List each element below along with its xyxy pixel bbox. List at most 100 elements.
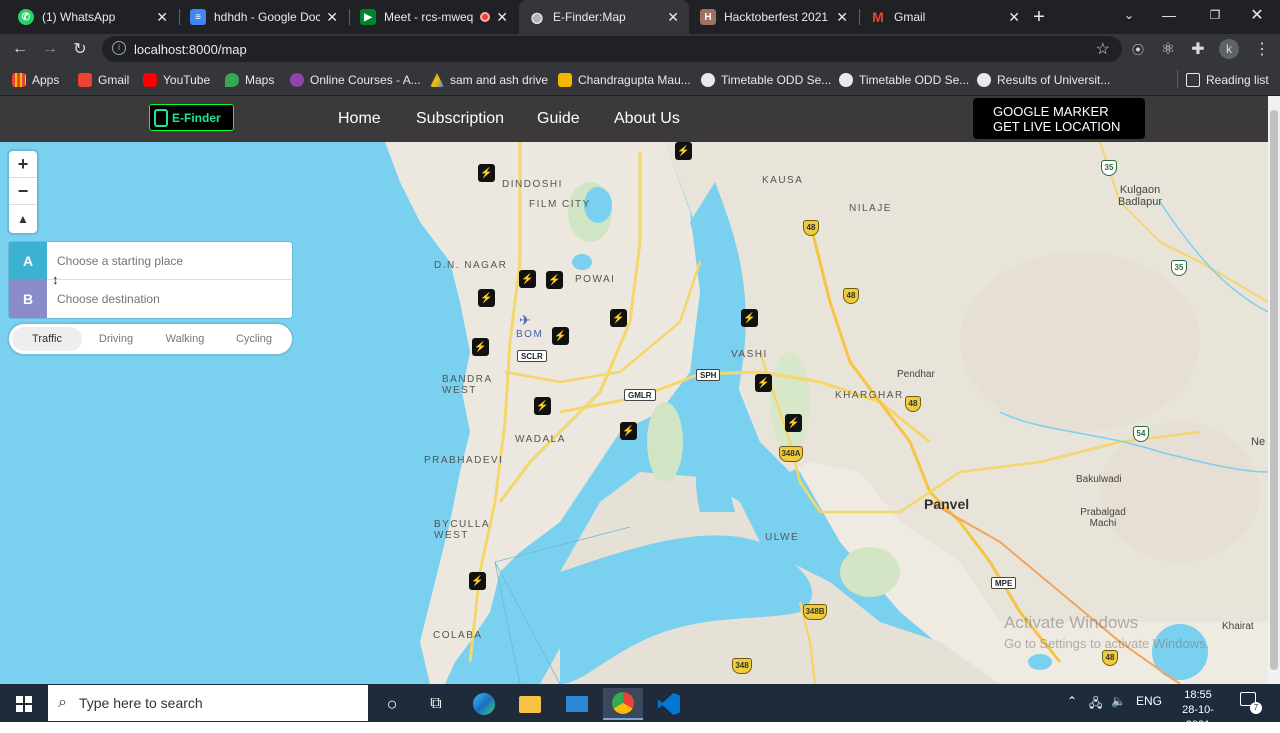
ev-charger-marker-icon[interactable]: ⚡ [755,374,772,392]
minimize-button[interactable]: — [1146,0,1192,30]
close-tab-icon[interactable]: ✕ [836,9,848,26]
ev-charger-marker-icon[interactable]: ⚡ [546,271,563,289]
compass-north-icon[interactable]: ▲ [9,205,37,232]
ev-charger-marker-icon[interactable]: ⚡ [478,164,495,182]
language-indicator[interactable]: ENG [1136,694,1162,708]
ev-charger-marker-icon[interactable]: ⚡ [469,572,486,590]
origin-marker-a: A [9,241,47,280]
extension-icon[interactable]: ⦿ [1128,39,1148,59]
scrollbar-thumb[interactable] [1270,110,1278,670]
close-tab-icon[interactable]: ✕ [667,9,679,26]
nav-subscription[interactable]: Subscription [416,110,504,128]
tab-gmail[interactable]: M Gmail ✕ [860,0,1030,34]
task-view-icon[interactable]: ⧉ [416,688,456,720]
highway-shield: 48 [905,396,921,412]
bookmark-timetable-1[interactable]: Timetable ODD Se... [701,72,831,88]
page-scrollbar[interactable] [1268,96,1280,684]
forward-arrow-icon[interactable]: → [40,39,60,59]
bookmark-star-icon[interactable]: ☆ [1096,39,1110,59]
bookmark-apps[interactable]: Apps [12,72,59,88]
mode-cycling[interactable]: Cycling [219,327,289,351]
vscode-icon[interactable] [649,688,689,720]
close-tab-icon[interactable]: ✕ [326,9,338,26]
ev-charger-marker-icon[interactable]: ⚡ [675,142,692,160]
map-zoom-control: + − ▲ [9,151,37,233]
tab-google-meet[interactable]: ▶ Meet - rcs-mweq ✕ [350,0,518,34]
bookmark-online-courses[interactable]: Online Courses - A... [290,72,421,88]
ev-charger-marker-icon[interactable]: ⚡ [610,309,627,327]
taskbar-search-box[interactable]: ⌕ Type here to search [48,685,368,721]
road-label-mpe: MPE [991,577,1017,589]
reverse-direction-icon[interactable]: ↕ [52,272,59,287]
globe-icon [977,73,991,87]
close-tab-icon[interactable]: ✕ [156,9,168,26]
origin-input[interactable] [57,253,277,268]
airport-icon: ✈ [519,312,531,328]
file-explorer-icon[interactable] [510,688,550,720]
reading-list-button[interactable]: Reading list [1186,72,1269,88]
restore-button[interactable]: ❐ [1192,0,1238,30]
nav-guide[interactable]: Guide [537,110,580,128]
windows-start-button[interactable] [4,688,44,720]
address-bar[interactable]: i localhost:8000/map ☆ [102,36,1122,62]
reload-icon[interactable]: ↻ [70,39,90,59]
ev-charger-marker-icon[interactable]: ⚡ [620,422,637,440]
ev-charger-marker-icon[interactable]: ⚡ [519,270,536,288]
back-arrow-icon[interactable]: ← [10,39,30,59]
windows-logo-icon [16,696,32,712]
mode-walking[interactable]: Walking [150,327,220,351]
broken-image-marker-text: GOOGLE MARKER [993,104,1109,119]
tab-efinder-map[interactable]: ◍ E-Finder:Map ✕ [519,0,689,34]
efinder-logo[interactable]: E-Finder [149,104,234,131]
edge-browser-icon[interactable] [464,688,504,720]
close-tab-icon[interactable]: ✕ [1008,9,1020,26]
cortana-circle-icon[interactable]: ○ [372,688,412,720]
bookmark-results[interactable]: Results of Universit... [977,72,1110,88]
nav-home[interactable]: Home [338,110,381,128]
map-label-kausa: KAUSA [762,175,804,186]
bookmark-timetable-2[interactable]: Timetable ODD Se... [839,72,969,88]
react-devtools-icon[interactable]: ⚛ [1158,39,1178,59]
bookmark-gmail[interactable]: Gmail [78,72,129,88]
road-label-sph: SPH [696,369,721,381]
notification-center-icon[interactable]: 7 [1240,692,1262,714]
close-tab-icon[interactable]: ✕ [496,9,508,26]
map-canvas[interactable]: DINDOSHI FILM CITY KAUSA NILAJE D.N. NAG… [0,142,1268,684]
new-tab-button[interactable]: + [1024,2,1054,32]
bookmark-maps[interactable]: Maps [225,72,274,88]
gmail-icon: M [872,9,884,25]
bookmark-youtube[interactable]: YouTube [143,72,210,88]
nav-about-us[interactable]: About Us [614,110,680,128]
mode-traffic[interactable]: Traffic [12,327,82,351]
menu-kebab-icon[interactable]: ⋮ [1252,39,1272,59]
mail-icon[interactable] [557,688,597,720]
notification-badge: 7 [1250,702,1262,714]
taskbar-clock[interactable]: 18:55 28-10-2021 [1170,688,1226,733]
network-icon[interactable]: 🖧 [1089,694,1102,715]
bookmark-drive[interactable]: sam and ash drive [430,72,548,88]
extensions-puzzle-icon[interactable]: ✚ [1188,39,1208,59]
zoom-in-button[interactable]: + [9,151,37,178]
ev-charger-marker-icon[interactable]: ⚡ [741,309,758,327]
zoom-out-button[interactable]: − [9,178,37,205]
volume-icon[interactable]: 🔈 [1111,694,1126,708]
profile-avatar[interactable]: k [1219,39,1239,59]
ev-charger-marker-icon[interactable]: ⚡ [478,289,495,307]
chrome-icon[interactable] [603,688,643,720]
bookmark-chandragupta[interactable]: Chandragupta Mau... [558,72,691,88]
ev-charger-marker-icon[interactable]: ⚡ [785,414,802,432]
tab-hacktoberfest[interactable]: H Hacktoberfest 2021 ✕ [690,0,858,34]
ev-charger-marker-icon[interactable]: ⚡ [534,397,551,415]
tab-whatsapp[interactable]: ✆ (1) WhatsApp ✕ [8,0,178,34]
ev-charger-marker-icon[interactable]: ⚡ [472,338,489,356]
url-text[interactable]: localhost:8000/map [134,42,247,57]
mode-driving[interactable]: Driving [81,327,151,351]
ev-charger-marker-icon[interactable]: ⚡ [552,327,569,345]
tab-google-docs[interactable]: ≡ hdhdh - Google Docs ✕ [180,0,348,34]
tray-chevron-up-icon[interactable]: ⌃ [1067,694,1077,708]
get-live-location-button[interactable]: GOOGLE MARKER GET LIVE LOCATION [973,98,1145,139]
destination-input[interactable] [57,292,277,306]
site-info-icon[interactable]: i [112,41,126,55]
close-window-button[interactable]: ✕ [1234,0,1280,30]
bookmarks-bar: Apps Gmail YouTube Maps Online Courses -… [0,64,1280,96]
